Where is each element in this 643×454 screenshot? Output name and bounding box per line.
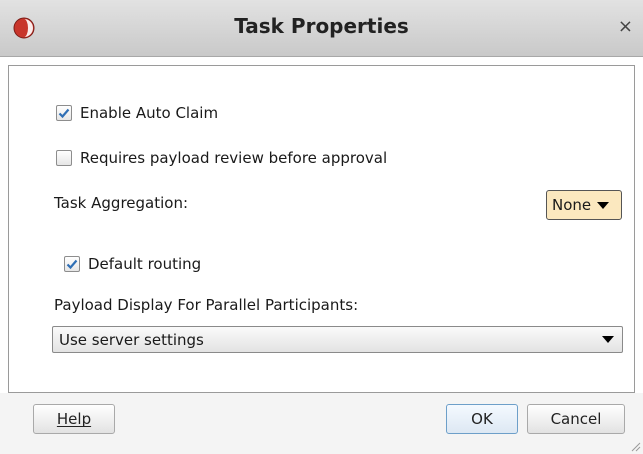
task-aggregation-dropdown[interactable]: None [546,190,622,220]
cancel-button-label: Cancel [550,410,602,428]
resize-grip-icon[interactable] [629,440,641,452]
payload-display-label: Payload Display For Parallel Participant… [54,296,359,314]
requires-payload-review-row[interactable]: Requires payload review before approval [56,149,387,167]
ok-button[interactable]: OK [446,404,518,434]
chevron-down-icon [602,336,614,343]
close-icon[interactable]: × [618,16,633,38]
enable-auto-claim-checkbox[interactable] [56,105,72,121]
enable-auto-claim-row[interactable]: Enable Auto Claim [56,104,218,122]
cancel-button[interactable]: Cancel [527,404,625,434]
window-title: Task Properties [234,14,409,38]
checkmark-icon [66,259,78,270]
default-routing-row[interactable]: Default routing [64,255,201,273]
title-bar[interactable]: Task Properties × [0,0,643,57]
default-routing-label: Default routing [88,255,202,273]
default-routing-checkbox[interactable] [64,256,80,272]
task-aggregation-label: Task Aggregation: [54,194,189,212]
ok-button-label: OK [471,410,493,428]
enable-auto-claim-label: Enable Auto Claim [80,104,219,122]
requires-payload-review-checkbox[interactable] [56,150,72,166]
checkmark-icon [58,108,70,119]
payload-display-row: Payload Display For Parallel Participant… [54,296,358,314]
dialog-footer: Help OK Cancel [0,393,643,454]
task-aggregation-row: Task Aggregation: [54,194,188,212]
payload-display-value: Use server settings [59,330,204,349]
requires-payload-review-label: Requires payload review before approval [80,149,388,167]
help-button[interactable]: Help [33,404,115,434]
help-button-label: Help [56,410,92,428]
payload-display-dropdown[interactable]: Use server settings [52,326,623,353]
task-aggregation-value: None [552,196,592,214]
chevron-down-icon [597,201,610,209]
